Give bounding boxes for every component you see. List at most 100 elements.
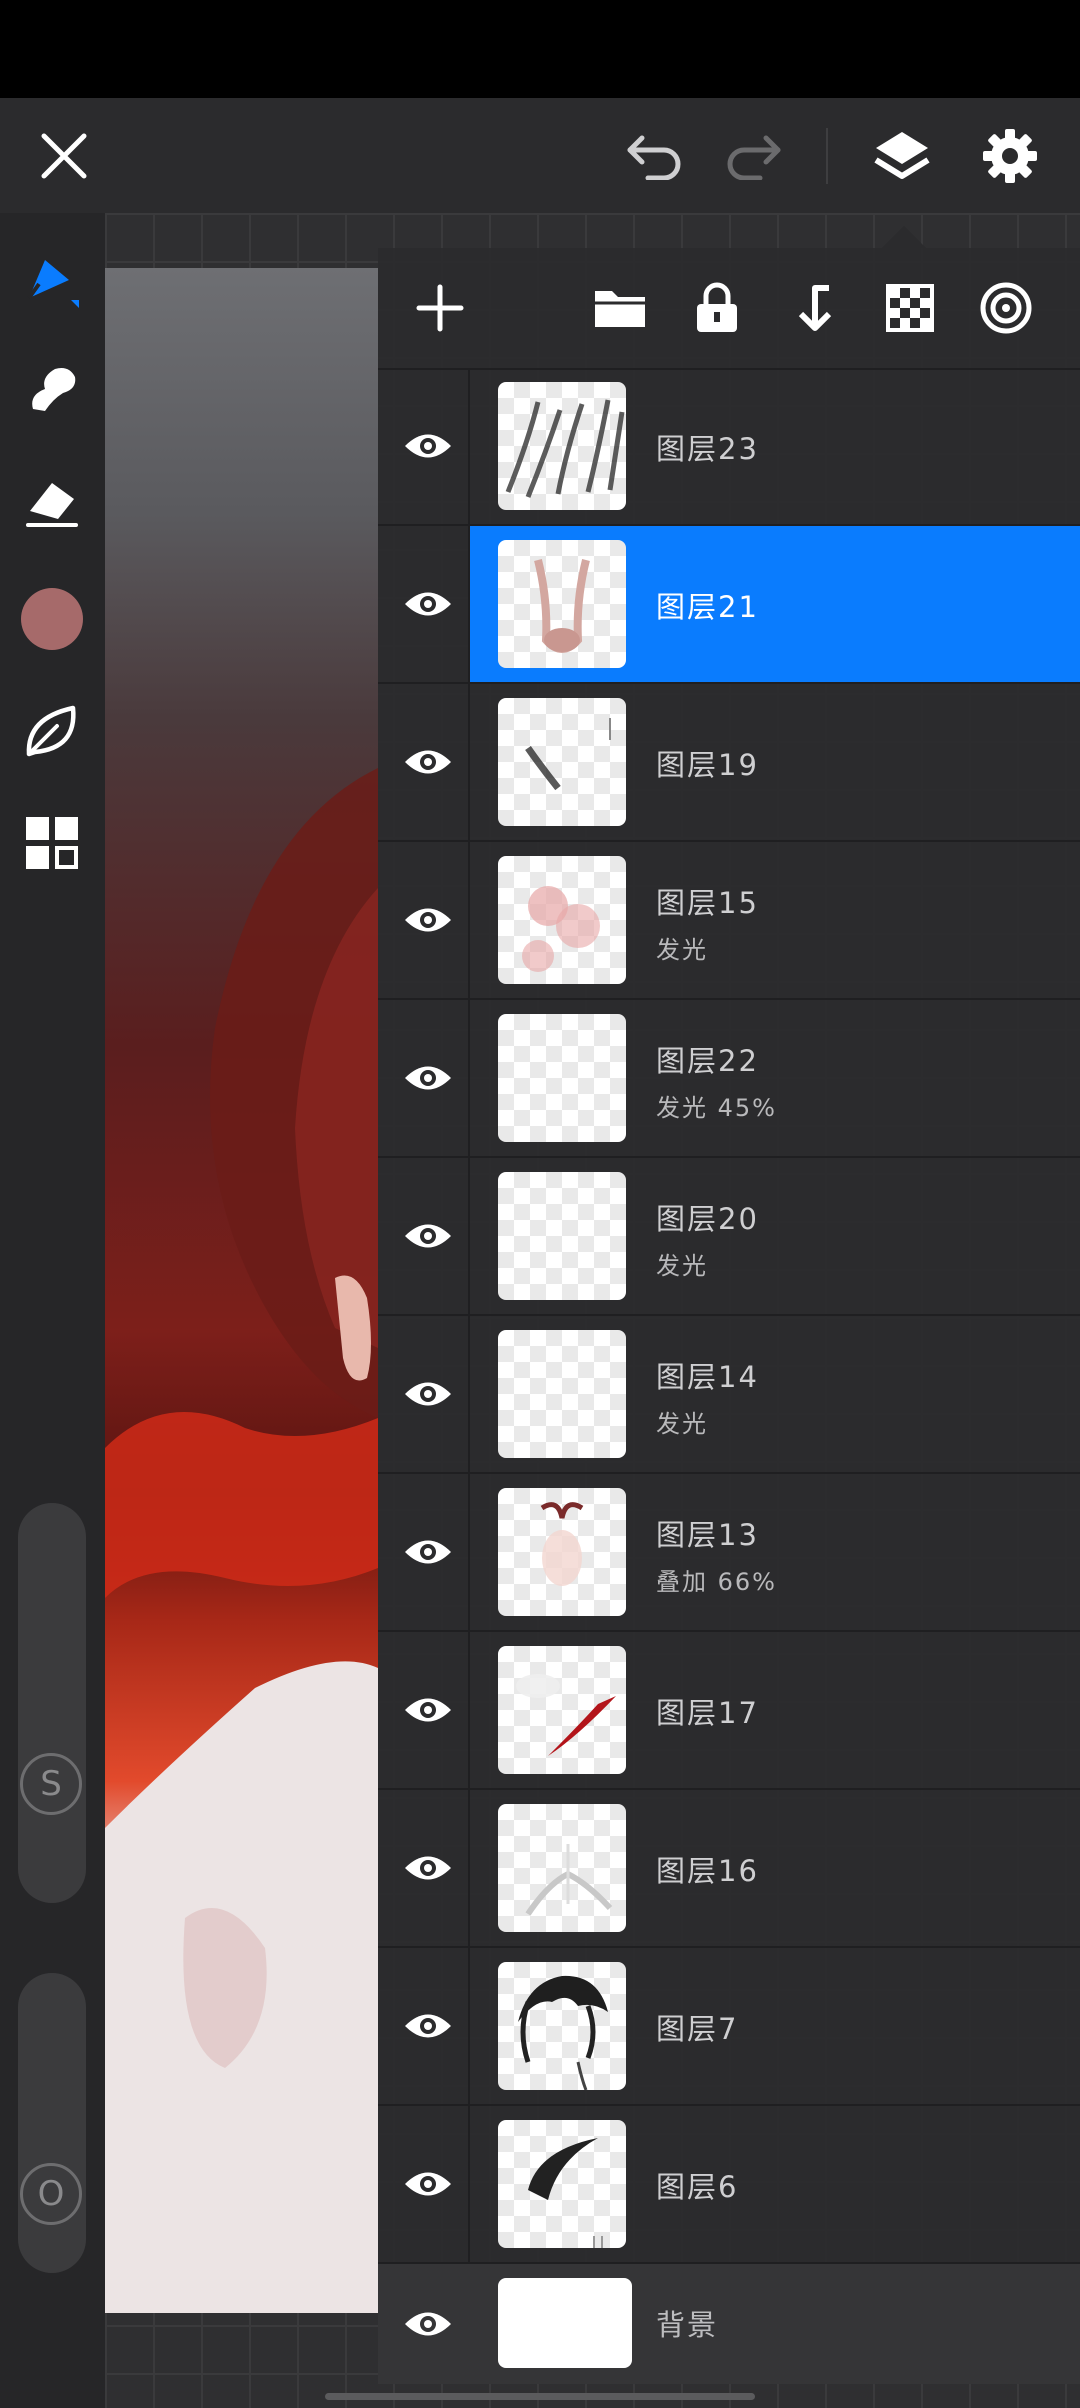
opacity-slider-handle[interactable]: O <box>20 2163 82 2225</box>
leaf-icon[interactable] <box>14 693 90 769</box>
layer-row[interactable]: 图层20 发光 <box>378 1158 1080 1316</box>
background-color-swatch[interactable] <box>498 2278 632 2368</box>
size-slider-handle[interactable]: S <box>20 1753 82 1815</box>
layer-name: 图层17 <box>656 1696 759 1730</box>
layer-thumbnail <box>498 856 626 984</box>
eye-icon[interactable] <box>398 574 458 634</box>
drawing-canvas[interactable] <box>105 268 378 2313</box>
layers-panel: 图层23 图层21 图层19 图层15 发光 图层22 发光 45% 图层20 … <box>378 248 1080 2384</box>
layer-thumbnail <box>498 1646 626 1774</box>
row-divider <box>468 1158 470 1314</box>
eye-icon[interactable] <box>398 2294 458 2354</box>
row-divider <box>468 684 470 840</box>
app: S O 图层23 图层21 图层19 图层15 发光 图层22 发光 45% 图… <box>0 98 1080 2408</box>
layer-row[interactable]: 图层7 <box>378 1948 1080 2106</box>
layer-row[interactable]: 图层15 发光 <box>378 842 1080 1000</box>
left-toolbar: S O <box>0 213 105 2408</box>
row-divider <box>468 526 470 682</box>
eye-icon[interactable] <box>398 1522 458 1582</box>
background-layer-row[interactable]: 背景 <box>378 2264 1080 2384</box>
redo-icon[interactable] <box>718 125 788 185</box>
layers-panel-toolbar <box>378 248 1080 370</box>
layer-blend-mode: 发光 <box>656 936 708 964</box>
opacity-slider-label: O <box>37 2174 65 2214</box>
layer-row[interactable]: 图层13 叠加 66% <box>378 1474 1080 1632</box>
brush-icon[interactable] <box>14 243 90 319</box>
layer-thumbnail <box>498 1172 626 1300</box>
layer-row[interactable]: 图层14 发光 <box>378 1316 1080 1474</box>
layer-thumbnail <box>498 2120 626 2248</box>
settings-icon[interactable] <box>974 120 1046 192</box>
layer-name: 图层16 <box>656 1854 759 1888</box>
layer-thumbnail <box>498 382 626 510</box>
layer-thumbnail <box>498 1014 626 1142</box>
layer-name: 图层7 <box>656 2012 739 2046</box>
row-divider <box>468 1316 470 1472</box>
row-divider <box>468 1948 470 2104</box>
eye-icon[interactable] <box>398 1364 458 1424</box>
size-slider-label: S <box>40 1764 62 1804</box>
layer-row[interactable]: 图层6 <box>378 2106 1080 2264</box>
layer-name: 图层15 <box>656 886 759 920</box>
panel-pointer <box>882 226 926 248</box>
artwork <box>105 768 378 2313</box>
row-divider <box>468 1474 470 1630</box>
layer-name: 图层20 <box>656 1202 759 1236</box>
status-bar <box>0 0 1080 98</box>
layer-row[interactable]: 图层22 发光 45% <box>378 1000 1080 1158</box>
layer-name: 图层6 <box>656 2170 739 2204</box>
layer-thumbnail <box>498 1488 626 1616</box>
add-layer-icon[interactable] <box>408 276 472 340</box>
layer-row-selected[interactable]: 图层21 <box>378 526 1080 684</box>
layer-blend-mode: 发光 <box>656 1252 708 1280</box>
lock-icon[interactable] <box>685 276 749 340</box>
eye-icon[interactable] <box>398 1838 458 1898</box>
eye-icon[interactable] <box>398 416 458 476</box>
background-layer-name: 背景 <box>656 2308 719 2342</box>
eye-icon[interactable] <box>398 1996 458 2056</box>
row-divider <box>468 1000 470 1156</box>
layer-thumbnail <box>498 1804 626 1932</box>
target-icon[interactable] <box>974 276 1038 340</box>
gallery-icon[interactable] <box>14 805 90 881</box>
eraser-icon[interactable] <box>14 463 90 539</box>
row-divider <box>468 368 470 524</box>
opacity-slider[interactable]: O <box>18 1973 86 2273</box>
close-icon[interactable] <box>28 120 100 192</box>
home-indicator <box>325 2393 755 2400</box>
layer-blend-mode: 发光 <box>656 1410 708 1438</box>
eye-icon[interactable] <box>398 1206 458 1266</box>
layer-thumbnail <box>498 1330 626 1458</box>
row-divider <box>468 1632 470 1788</box>
merge-down-icon[interactable] <box>782 276 846 340</box>
layers-icon[interactable] <box>866 120 938 192</box>
layer-row[interactable]: 图层23 <box>378 368 1080 526</box>
row-divider <box>468 2106 470 2262</box>
layer-thumbnail <box>498 540 626 668</box>
layer-row[interactable]: 图层17 <box>378 1632 1080 1790</box>
layer-row[interactable]: 图层19 <box>378 684 1080 842</box>
current-color-circle <box>21 588 83 650</box>
brush-size-slider[interactable]: S <box>18 1503 86 1903</box>
layer-blend-mode: 叠加 66% <box>656 1568 777 1596</box>
layer-name: 图层21 <box>656 590 759 624</box>
top-bar-divider <box>826 128 828 184</box>
top-bar <box>0 98 1080 213</box>
eye-icon[interactable] <box>398 1680 458 1740</box>
layer-name: 图层23 <box>656 432 759 466</box>
folder-icon[interactable] <box>588 276 652 340</box>
transparency-icon[interactable] <box>878 276 942 340</box>
eye-icon[interactable] <box>398 890 458 950</box>
layer-blend-mode: 发光 45% <box>656 1094 777 1122</box>
layer-name: 图层19 <box>656 748 759 782</box>
smudge-icon[interactable] <box>14 350 90 426</box>
eye-icon[interactable] <box>398 2154 458 2214</box>
row-divider <box>468 842 470 998</box>
layer-name: 图层22 <box>656 1044 759 1078</box>
color-swatch[interactable] <box>14 581 90 657</box>
row-divider <box>468 1790 470 1946</box>
eye-icon[interactable] <box>398 1048 458 1108</box>
eye-icon[interactable] <box>398 732 458 792</box>
layer-row[interactable]: 图层16 <box>378 1790 1080 1948</box>
undo-icon[interactable] <box>620 125 690 185</box>
